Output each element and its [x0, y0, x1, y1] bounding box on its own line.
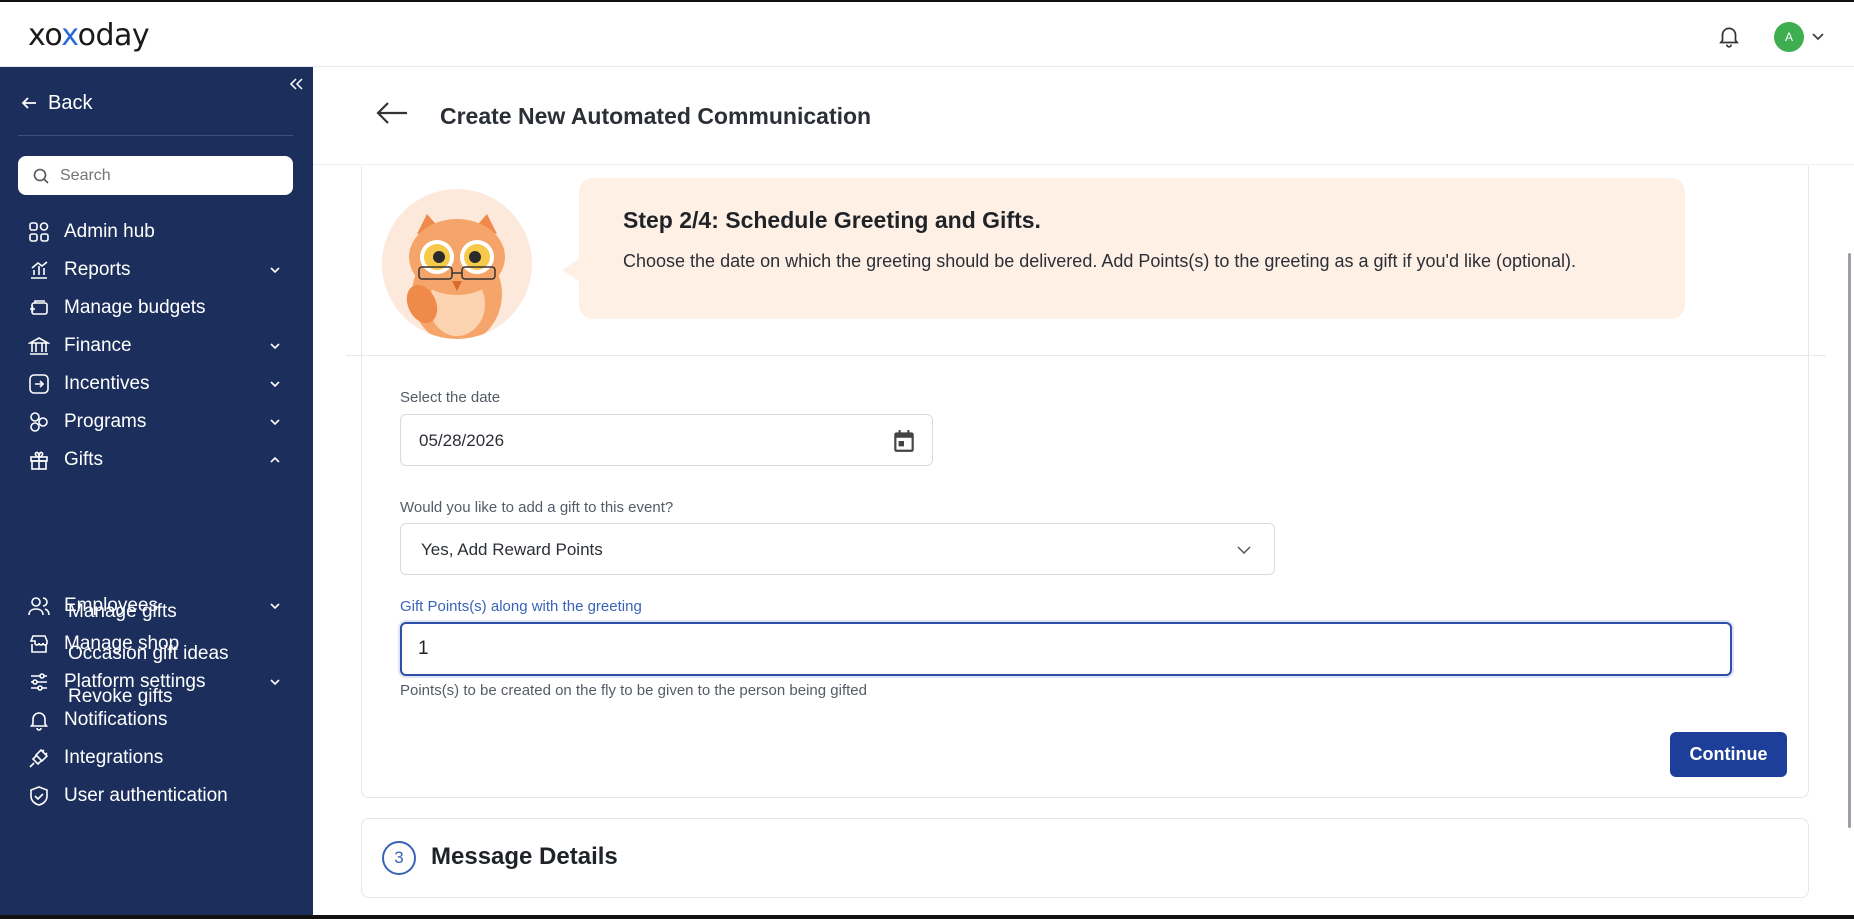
back-label: Back	[48, 91, 93, 114]
budget-icon	[30, 300, 48, 315]
plug-icon	[29, 748, 49, 768]
gift-question-label: Would you like to add a gift to this eve…	[400, 499, 674, 516]
incentive-icon	[29, 374, 49, 394]
chevron-down-icon	[270, 267, 280, 274]
gift-icon	[30, 451, 48, 470]
employees-icon	[28, 597, 50, 616]
bank-icon	[28, 337, 50, 355]
sidebar-item-gifts[interactable]: Gifts	[0, 440, 313, 480]
shop-icon	[29, 635, 48, 653]
chevron-down-icon[interactable]	[1810, 28, 1826, 44]
sidebar-item-user-authentication[interactable]: User authentication	[0, 776, 313, 816]
sidebar-item-label: Integrations	[64, 747, 164, 768]
sidebar-item-incentives[interactable]: Incentives	[0, 364, 313, 404]
sidebar-item-programs[interactable]: Programs	[0, 402, 313, 442]
date-field[interactable]: 05/28/2026	[400, 414, 933, 466]
sidebar-item-finance[interactable]: Finance	[0, 326, 313, 366]
step-3-title: Message Details	[431, 843, 618, 870]
sidebar-item-admin-hub[interactable]: Admin hub	[0, 212, 313, 252]
chevron-down-icon	[270, 603, 280, 610]
chevron-down-icon	[270, 343, 280, 350]
sidebar-item-label: Reports	[64, 259, 131, 280]
bell-icon	[29, 712, 49, 731]
chevron-up-icon	[270, 456, 280, 463]
sidebar-item-reports[interactable]: Reports	[0, 250, 313, 290]
sidebar-divider	[18, 135, 293, 136]
step-number-badge: 3	[382, 841, 416, 875]
sidebar-item-platform-settings[interactable]: Platform settings	[0, 662, 313, 702]
search-input[interactable]	[60, 166, 260, 185]
owl-mascot-image	[382, 189, 532, 339]
chevron-down-icon	[1237, 546, 1251, 555]
step-info-bubble	[579, 178, 1685, 319]
notification-bell-icon[interactable]	[1716, 23, 1742, 49]
date-label: Select the date	[400, 389, 501, 406]
main-scrollbar[interactable]	[1848, 253, 1851, 828]
sidebar-item-label: Incentives	[64, 373, 150, 394]
sidebar-item-label: Manage shop	[64, 633, 180, 654]
programs-icon	[30, 412, 48, 432]
sidebar-search[interactable]	[18, 156, 293, 195]
arrow-left-icon	[21, 97, 36, 109]
sidebar-item-label: Manage budgets	[64, 297, 206, 318]
step-3-card[interactable]: 3 Message Details	[361, 818, 1809, 898]
page-title: Create New Automated Communication	[440, 103, 872, 129]
calendar-icon[interactable]	[891, 428, 917, 454]
sidebar-item-integrations[interactable]: Integrations	[0, 738, 313, 778]
search-icon	[33, 168, 49, 184]
back-arrow-icon[interactable]	[375, 99, 409, 127]
gift-points-helper: Points(s) to be created on the fly to be…	[400, 682, 867, 699]
sidebar-item-label: Employees	[64, 595, 158, 616]
gift-points-field[interactable]	[400, 622, 1732, 676]
sidebar-item-label: Programs	[64, 411, 147, 432]
speech-bubble-tail	[562, 258, 580, 282]
sidebar-item-manage-budgets[interactable]: Manage budgets	[0, 288, 313, 328]
sidebar-item-manage-shop[interactable]: Manage shop	[0, 624, 313, 664]
sidebar-item-label: Finance	[64, 335, 132, 356]
gift-points-label: Gift Points(s) along with the greeting	[400, 598, 642, 615]
gift-type-select[interactable]: Yes, Add Reward Points	[400, 523, 1275, 575]
shield-icon	[30, 786, 48, 806]
sidebar-item-label: Admin hub	[64, 221, 155, 242]
sidebar-item-label: Gifts	[64, 449, 104, 470]
sidebar-item-notifications[interactable]: Notifications	[0, 700, 313, 740]
sidebar-item-label: User authentication	[64, 785, 228, 806]
step-description: Choose the date on which the greeting sh…	[623, 251, 1577, 271]
chevron-down-icon	[270, 419, 280, 426]
sidebar-item-employees[interactable]: Employees	[0, 586, 313, 626]
date-value: 05/28/2026	[419, 431, 505, 450]
continue-button[interactable]: Continue	[1670, 732, 1787, 777]
chevron-down-icon	[270, 381, 280, 388]
grid-icon	[29, 222, 49, 242]
sidebar-item-label: Platform settings	[64, 671, 206, 692]
xoxoday-logo[interactable]: xoxoday	[28, 18, 150, 53]
avatar[interactable]: A	[1774, 22, 1804, 52]
sliders-icon	[31, 673, 47, 691]
gift-points-input[interactable]	[418, 638, 1618, 660]
sidebar: Back Admin hub Reports Manage budgets Fi…	[0, 67, 313, 919]
page-header: Create New Automated Communication	[313, 67, 1854, 165]
section-divider	[346, 355, 1826, 356]
sidebar-item-label: Notifications	[64, 709, 168, 730]
window-bottom-edge	[0, 915, 1854, 919]
collapse-sidebar-icon[interactable]	[288, 76, 304, 92]
chart-icon	[31, 261, 48, 279]
chevron-down-icon	[270, 679, 280, 686]
gift-type-selected: Yes, Add Reward Points	[421, 540, 603, 559]
back-link[interactable]: Back	[20, 89, 92, 117]
step-title: Step 2/4: Schedule Greeting and Gifts.	[623, 207, 1041, 233]
top-bar: xoxoday A	[0, 0, 1854, 67]
